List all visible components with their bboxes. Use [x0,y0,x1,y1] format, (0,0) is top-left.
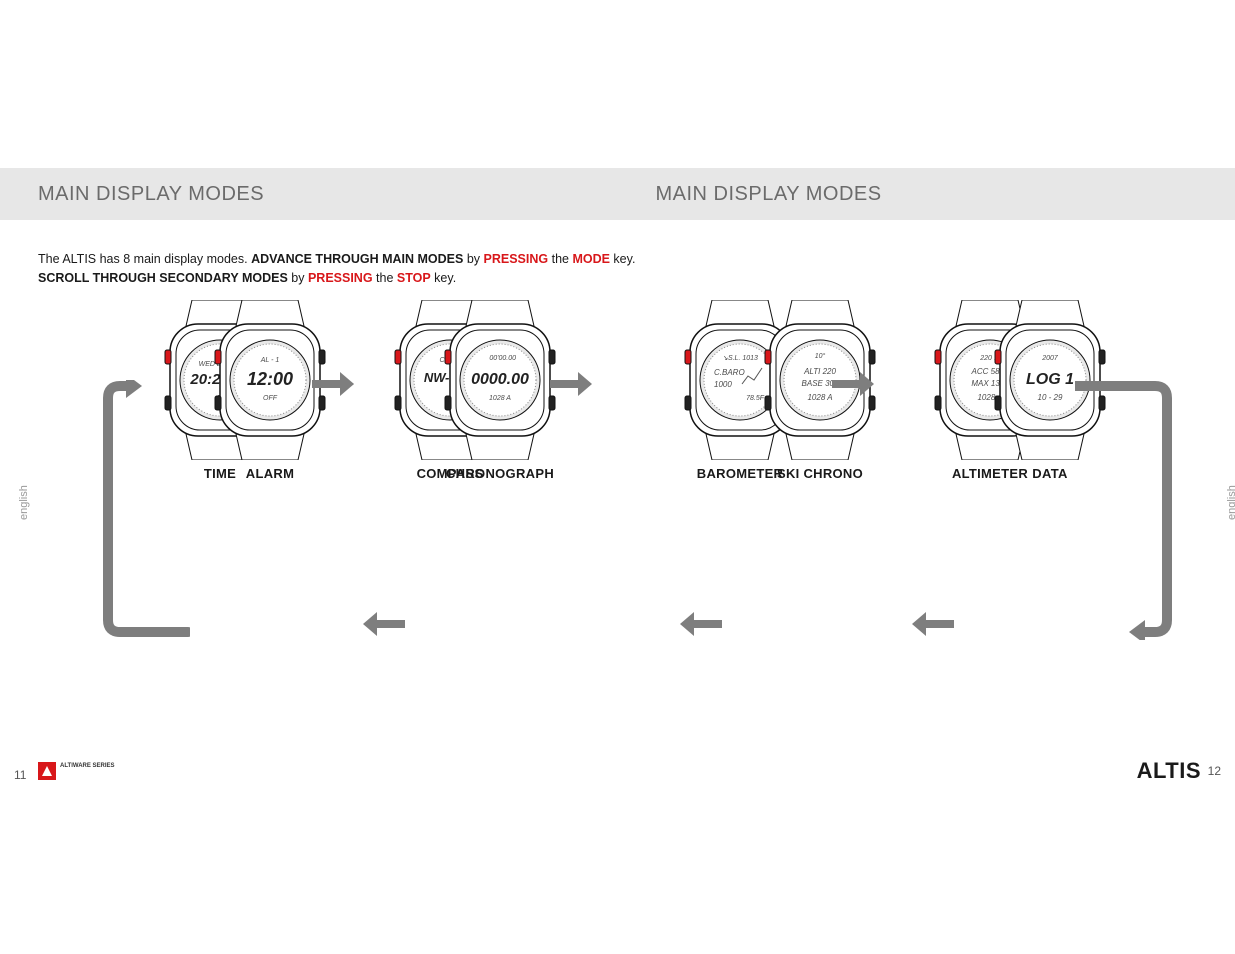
svg-text:LOG 1: LOG 1 [1026,371,1074,388]
brand-series-text: ALTIWARE SERIES [60,763,115,770]
intro-mode-key: MODE [572,252,610,266]
watch-skichrono: 10° ALTI 220 BASE 300 1028 A SKI CHRONO [740,300,900,481]
svg-text:10°: 10° [815,352,826,360]
connector-left-up [100,380,190,640]
intro-pressing-2: PRESSING [308,271,373,285]
svg-text:10 - 29: 10 - 29 [1038,393,1063,402]
mode-cycle-diagram: WED DEC 25 20:28.38 26.4°C TIME COMP NW-… [0,300,1235,750]
intro-pressing-1: PRESSING [484,252,549,266]
svg-text:1000: 1000 [714,380,732,389]
intro-scroll: SCROLL THROUGH SECONDARY MODES [38,271,288,285]
svg-text:AL - 1: AL - 1 [260,357,280,364]
product-name: ALTIS [1137,758,1201,784]
arrow-right-icon [310,370,354,398]
arrow-left-icon [363,610,407,638]
svg-text:OFF: OFF [263,395,278,402]
mode-label: ALARM [190,466,350,481]
intro-advance: ADVANCE THROUGH MAIN MODES [251,252,463,266]
arrow-right-icon [830,370,874,398]
brand-logo-icon [38,762,56,780]
connector-right-down [1075,380,1175,640]
page-number-right: 12 [1208,764,1221,778]
arrow-right-icon [548,370,592,398]
arrow-left-icon [680,610,724,638]
svg-text:00'00.00: 00'00.00 [489,355,516,362]
mode-label: SKI CHRONO [740,466,900,481]
section-heading-right: MAIN DISPLAY MODES [618,168,1235,220]
intro-paragraph: The ALTIS has 8 main display modes. ADVA… [38,250,635,288]
page-footer: 11 ALTIWARE SERIES ALTIS 12 [0,760,1235,800]
section-heading-left: MAIN DISPLAY MODES [0,168,618,220]
page-number-left: 11 [14,768,26,782]
svg-text:0000.00: 0000.00 [471,371,529,388]
button-left-upper [165,350,171,364]
svg-text:1028 A: 1028 A [489,395,511,402]
svg-text:2007: 2007 [1041,355,1059,362]
intro-text: The ALTIS has 8 main display modes. [38,252,251,266]
section-header-band: MAIN DISPLAY MODES MAIN DISPLAY MODES [0,168,1235,220]
intro-stop-key: STOP [397,271,431,285]
svg-text:12:00: 12:00 [247,369,293,389]
mode-label: CHRONOGRAPH [420,466,580,481]
arrow-left-icon [912,610,956,638]
svg-text:1028 A: 1028 A [807,393,832,402]
